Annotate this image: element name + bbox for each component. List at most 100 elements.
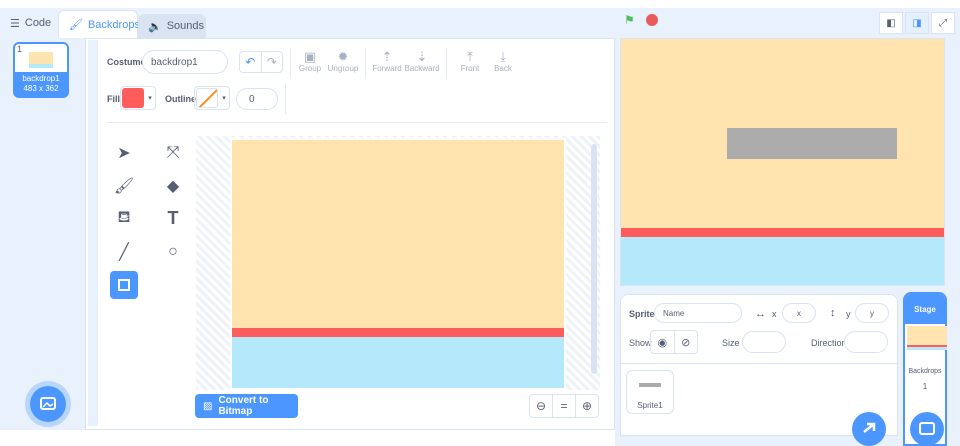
divider <box>285 84 286 114</box>
brush-tool[interactable]: 🖌 <box>110 172 138 200</box>
backdrops-label: Backdrops <box>908 368 942 375</box>
tab-code[interactable]: ☰ Code <box>0 8 58 38</box>
convert-to-bitmap-button[interactable]: ▨ Convert to Bitmap <box>195 394 298 418</box>
canvas-scrollbar[interactable] <box>591 144 597 374</box>
outline-width-input[interactable]: 0 <box>236 88 278 110</box>
divider <box>290 48 291 78</box>
add-backdrop-icon <box>919 422 935 435</box>
chevron-down-icon: ▾ <box>222 95 226 102</box>
zoom-controls: ⊖ = ⊕ <box>529 394 599 418</box>
visibility-toggle: ◉ ⊘ <box>650 330 698 354</box>
fill-swatch <box>122 88 144 108</box>
sprite-name-input[interactable]: Name <box>654 303 742 323</box>
eye-icon[interactable]: ◉ <box>651 331 674 353</box>
undo-button[interactable]: ↶ <box>240 52 261 72</box>
stage[interactable] <box>620 38 945 286</box>
direction-input[interactable] <box>844 331 888 353</box>
backdrop-thumbnail[interactable]: 1 backdrop1 483 x 362 <box>13 42 69 98</box>
stage-title: Stage <box>905 294 945 324</box>
group-label: Group <box>298 64 322 73</box>
zoom-in-button[interactable]: ⊕ <box>575 395 598 417</box>
tab-code-label: Code <box>24 17 52 29</box>
canvas-red-stripe[interactable] <box>232 328 564 337</box>
forward-icon: ⇡ <box>381 49 393 64</box>
fill-color-picker[interactable]: ▾ <box>120 86 156 110</box>
reshape-tool[interactable]: ⤧ <box>159 139 187 167</box>
ungroup-icon: ✹ <box>337 49 349 64</box>
front-label: Front <box>460 64 480 73</box>
outline-label: Outline <box>165 94 196 104</box>
fullscreen-button[interactable]: ⤢ <box>931 12 955 34</box>
choose-backdrop-button[interactable] <box>30 386 66 422</box>
y-input[interactable]: y <box>855 303 889 323</box>
front-icon: ⤒ <box>467 49 473 64</box>
forward-button[interactable]: ⇡ Forward <box>371 49 403 74</box>
fill-tool[interactable]: ⛾ <box>110 204 138 232</box>
tab-sounds[interactable]: 🔈 Sounds <box>138 14 206 38</box>
eye-slash-icon[interactable]: ⊘ <box>673 331 698 353</box>
circle-icon: ○ <box>168 243 178 260</box>
toolbar-divider <box>107 122 607 123</box>
text-tool[interactable]: T <box>159 204 187 232</box>
choose-sprite-button[interactable] <box>852 412 886 446</box>
green-flag-icon[interactable]: ⚑ <box>624 14 636 26</box>
ungroup-button[interactable]: ✹ Ungroup <box>327 49 359 74</box>
sprite-name-placeholder: Name <box>663 308 685 318</box>
backdrop-number: 1 <box>17 44 23 54</box>
divider <box>446 48 447 78</box>
stage-blue-area <box>621 237 944 285</box>
backward-button[interactable]: ⇣ Backward <box>404 50 439 74</box>
sprite-gray-bar[interactable] <box>727 128 897 159</box>
tab-backdrops[interactable]: 🖌 Backdrops <box>58 10 140 38</box>
front-button[interactable]: ⤒ Front <box>454 49 486 74</box>
small-stage-button[interactable]: ◧ <box>879 12 903 34</box>
paintbrush-icon: 🖌 <box>69 19 83 31</box>
rectangle-tool[interactable] <box>110 271 138 299</box>
image-icon: ▨ <box>203 400 213 412</box>
x-placeholder: x <box>797 308 801 318</box>
reshape-icon: ⤧ <box>166 144 180 161</box>
eraser-tool[interactable]: ◆ <box>159 172 187 200</box>
select-tool[interactable]: ➤ <box>110 139 138 167</box>
convert-label: Convert to Bitmap <box>218 395 269 417</box>
costume-name-input[interactable]: backdrop1 <box>142 50 228 74</box>
speaker-icon: 🔈 <box>148 20 162 33</box>
text-icon: T <box>167 207 179 228</box>
backdrop-label: backdrop1 483 x 362 <box>15 72 67 96</box>
line-tool[interactable]: ╱ <box>110 238 138 266</box>
redo-button[interactable]: ↷ <box>260 52 283 72</box>
x-input[interactable]: x <box>782 303 816 323</box>
backdrops-count: 1 <box>922 382 928 391</box>
sprite-preview <box>639 383 661 387</box>
divider <box>365 48 366 78</box>
size-input[interactable] <box>742 331 786 353</box>
back-label: Back <box>494 64 512 73</box>
add-backdrop-icon <box>40 397 56 410</box>
add-sprite-icon <box>863 422 876 433</box>
vertical-arrows-icon: ↕ <box>830 307 836 319</box>
show-label: Show <box>629 338 652 348</box>
outline-color-picker[interactable]: ▾ <box>194 86 230 110</box>
bottom-strip <box>0 430 615 446</box>
zoom-out-button[interactable]: ⊖ <box>530 395 552 417</box>
brush-icon: 🖌 <box>113 178 135 195</box>
tab-bar: ☰ Code 🖌 Backdrops 🔈 Sounds <box>0 8 620 38</box>
stop-icon[interactable] <box>646 14 658 26</box>
canvas-backdrop-sand[interactable] <box>232 140 564 328</box>
sprite-thumbnail[interactable]: Sprite1 <box>626 370 674 414</box>
choose-stage-backdrop-button[interactable] <box>910 412 944 446</box>
circle-tool[interactable]: ○ <box>159 238 187 266</box>
normal-stage-button[interactable]: ◨ <box>905 12 929 34</box>
line-icon: ╱ <box>119 244 129 261</box>
stage-thumbnail <box>907 326 947 350</box>
ungroup-label: Ungroup <box>327 64 359 73</box>
list-scrollbar[interactable] <box>88 40 98 426</box>
backdrop-name: backdrop1 <box>22 74 60 83</box>
canvas-blue-area[interactable] <box>232 337 564 388</box>
group-button[interactable]: ▣ Group <box>294 50 326 74</box>
back-button[interactable]: ⤓ Back <box>487 50 519 74</box>
y-label: y <box>846 309 851 319</box>
sprite-name: Sprite1 <box>637 401 663 410</box>
code-icon: ☰ <box>10 17 20 30</box>
zoom-reset-button[interactable]: = <box>552 395 575 417</box>
